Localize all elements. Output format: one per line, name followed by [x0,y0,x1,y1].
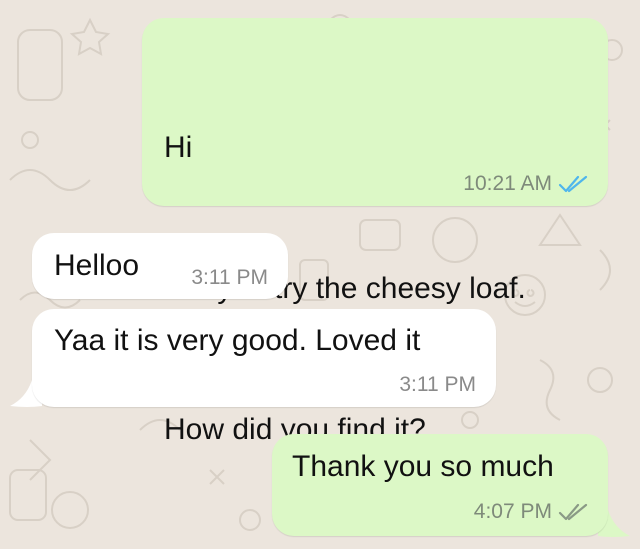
message-time: 3:11 PM [399,373,476,396]
message-meta: 10:21 AM [463,172,588,196]
message-time: 10:21 AM [463,172,552,195]
message-text: Yaa it is very good. Loved it [54,324,421,357]
double-check-read-icon [558,175,588,193]
message-bubble-incoming[interactable]: Helloo 3:11 PM [32,233,288,299]
message-meta: 3:11 PM [191,266,268,290]
double-check-delivered-icon [558,503,588,521]
message-line: Hi [164,131,193,164]
message-bubble-outgoing[interactable]: Thank you so much 4:07 PM [272,434,608,536]
message-text: Thank you so much [292,450,554,483]
message-time: 4:07 PM [473,500,552,523]
message-meta: 3:11 PM [399,373,476,397]
message-bubble-incoming[interactable]: Yaa it is very good. Loved it 3:11 PM [32,309,496,407]
message-bubble-outgoing[interactable]: Hi Did you try the cheesy loaf. How did … [142,18,608,446]
message-meta: 4:07 PM [474,500,588,524]
message-time: 3:11 PM [191,266,268,289]
message-text: Helloo [54,249,140,282]
